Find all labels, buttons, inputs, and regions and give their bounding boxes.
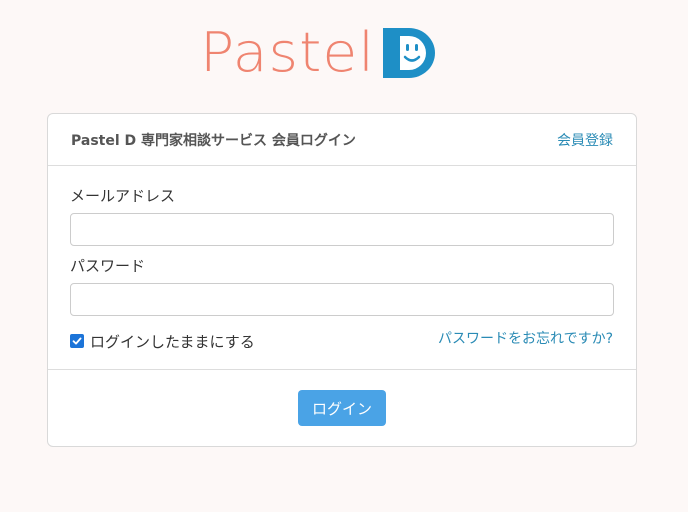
email-label: メールアドレス	[70, 187, 176, 205]
remember-me-checkbox[interactable]	[70, 334, 84, 348]
brand-logo: Pastel	[200, 22, 490, 84]
options-row: ログインしたままにする パスワードをお忘れですか?	[70, 330, 613, 352]
login-button[interactable]: ログイン	[298, 390, 386, 426]
login-form: メールアドレス パスワード ログインしたままにする パスワードをお忘れですか?	[48, 166, 636, 370]
logo-wordmark: Pastel	[200, 21, 376, 84]
login-card: Pastel D 専門家相談サービス 会員ログイン 会員登録 メールアドレス パ…	[47, 113, 637, 447]
card-title: Pastel D 専門家相談サービス 会員ログイン	[71, 132, 356, 149]
checkmark-icon	[72, 337, 82, 345]
card-header: Pastel D 専門家相談サービス 会員ログイン 会員登録	[48, 114, 636, 166]
smiling-d-icon	[382, 28, 435, 78]
register-link[interactable]: 会員登録	[557, 130, 613, 150]
email-field[interactable]	[70, 213, 614, 246]
card-footer: ログイン	[48, 370, 636, 426]
password-label: パスワード	[70, 257, 146, 275]
password-field[interactable]	[70, 283, 614, 316]
remember-me[interactable]: ログインしたままにする	[70, 331, 255, 352]
remember-me-label: ログインしたままにする	[90, 332, 255, 351]
forgot-password-link[interactable]: パスワードをお忘れですか?	[438, 328, 613, 348]
